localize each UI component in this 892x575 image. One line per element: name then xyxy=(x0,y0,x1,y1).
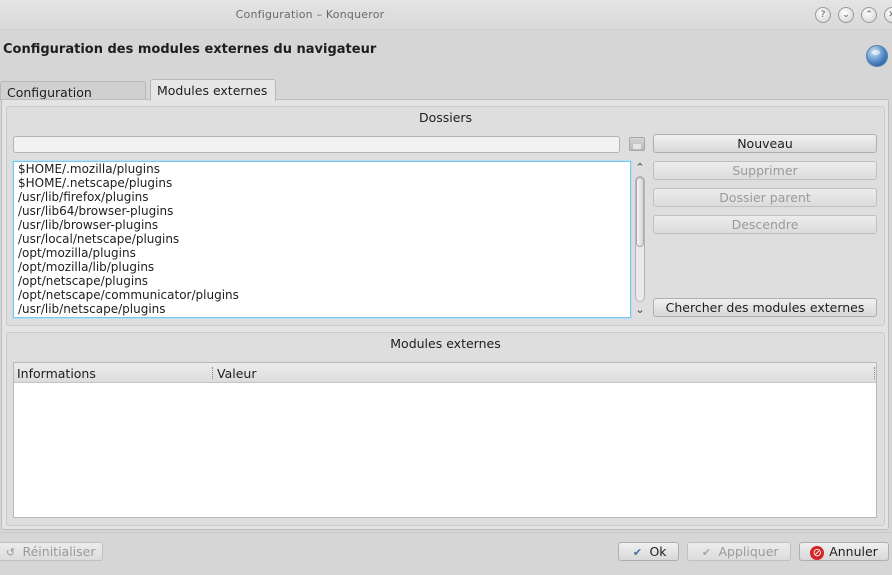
scroll-track[interactable] xyxy=(635,176,645,302)
globe-icon xyxy=(866,45,888,67)
list-item[interactable]: /usr/lib/netscape/plugins xyxy=(14,302,630,316)
tab-modules-externes[interactable]: Modules externes xyxy=(150,79,276,101)
apply-button[interactable]: ✔ Appliquer xyxy=(687,542,791,561)
move-down-button[interactable]: Descendre xyxy=(653,215,877,234)
plugins-table[interactable]: Informations Valeur xyxy=(13,362,877,518)
minimize-icon[interactable]: ⌄ xyxy=(838,7,854,23)
page-title: Configuration des modules externes du na… xyxy=(3,42,377,57)
reset-label: Réinitialiser xyxy=(22,544,96,559)
column-header-valeur[interactable]: Valeur xyxy=(217,366,256,381)
folders-list[interactable]: $HOME/.mozilla/plugins $HOME/.netscape/p… xyxy=(13,161,631,318)
window-title: Configuration – Konqueror xyxy=(235,8,385,21)
help-icon[interactable]: ? xyxy=(815,7,831,23)
check-icon: ✔ xyxy=(701,545,712,559)
tab-configuration-globale[interactable]: Configuration globale xyxy=(0,81,146,115)
table-header: Informations Valeur xyxy=(14,363,876,383)
folder-path-input[interactable] xyxy=(13,136,620,153)
reset-button[interactable]: ↺ Réinitialiser xyxy=(0,542,103,561)
ok-button[interactable]: ✔ Ok xyxy=(618,542,679,561)
scroll-down-icon[interactable]: ⌄ xyxy=(633,303,647,317)
folders-scrollbar[interactable]: ⌃ ⌄ xyxy=(633,161,647,318)
list-item[interactable]: /usr/local/netscape/plugins xyxy=(14,232,630,246)
list-item[interactable]: $HOME/.mozilla/plugins xyxy=(14,162,630,176)
folders-group-title: Dossiers xyxy=(418,110,473,125)
list-item[interactable]: /usr/lib/firefox/plugins xyxy=(14,190,630,204)
parent-folder-button[interactable]: Dossier parent xyxy=(653,188,877,207)
list-item[interactable]: /opt/mozilla/lib/plugins xyxy=(14,260,630,274)
list-item[interactable]: /opt/netscape/plugins xyxy=(14,274,630,288)
scroll-handle[interactable] xyxy=(636,177,644,247)
list-item[interactable]: /opt/netscape/communicator/plugins xyxy=(14,288,630,302)
maximize-icon[interactable]: ⌃ xyxy=(861,7,877,23)
window-titlebar: Configuration – Konqueror ? ⌄ ⌃ ✕ xyxy=(0,0,892,30)
search-plugins-button[interactable]: Chercher des modules externes xyxy=(653,298,877,317)
save-icon[interactable] xyxy=(629,137,645,151)
column-separator[interactable] xyxy=(874,367,876,379)
list-item[interactable]: /usr/lib/browser-plugins xyxy=(14,218,630,232)
check-icon: ✔ xyxy=(632,545,643,559)
close-icon[interactable]: ✕ xyxy=(884,7,892,23)
column-header-informations[interactable]: Informations xyxy=(17,366,96,381)
cancel-label: Annuler xyxy=(829,544,878,559)
cancel-button[interactable]: ⊘ Annuler xyxy=(799,542,889,561)
list-item[interactable]: /usr/lib64/browser-plugins xyxy=(14,204,630,218)
remove-button[interactable]: Supprimer xyxy=(653,161,877,180)
plugins-group-title: Modules externes xyxy=(390,336,501,351)
list-item[interactable]: $HOME/.netscape/plugins xyxy=(14,176,630,190)
apply-label: Appliquer xyxy=(718,544,779,559)
reset-icon: ↺ xyxy=(5,545,16,559)
cancel-icon: ⊘ xyxy=(810,545,825,560)
ok-label: Ok xyxy=(649,544,667,559)
column-separator[interactable] xyxy=(212,367,214,379)
scroll-up-icon[interactable]: ⌃ xyxy=(633,161,647,175)
new-button[interactable]: Nouveau xyxy=(653,134,877,153)
list-item[interactable]: /opt/mozilla/plugins xyxy=(14,246,630,260)
